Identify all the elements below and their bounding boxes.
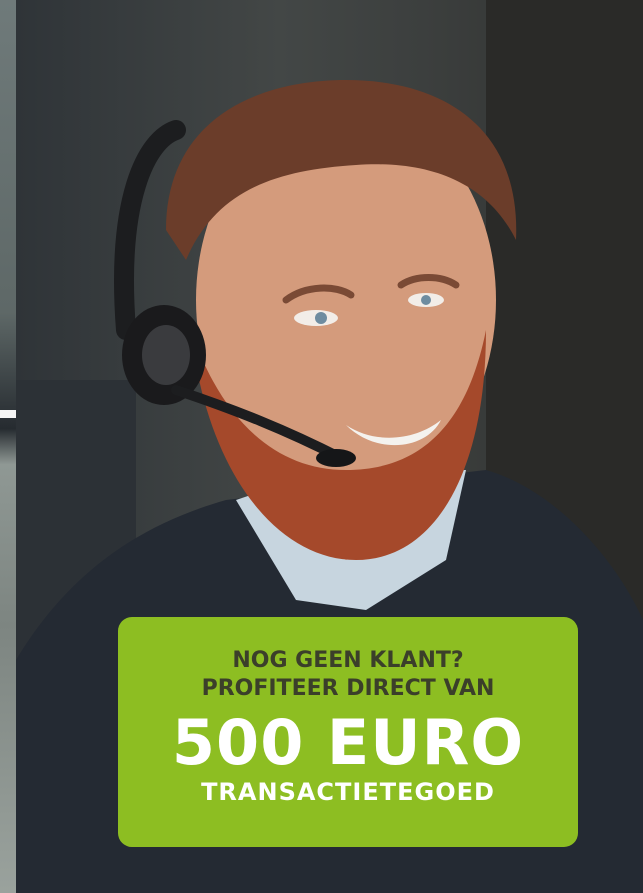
ad-panel: NOG GEEN KLANT? PROFITEER DIRECT VAN 500…	[0, 0, 643, 893]
promo-subtitle: TRANSACTIETEGOED	[201, 778, 495, 806]
promo-headline-2: PROFITEER DIRECT VAN	[201, 676, 495, 701]
promo-headline-1: NOG GEEN KLANT?	[232, 648, 464, 673]
headset-mic	[316, 449, 356, 467]
promo-amount: 500 EURO	[171, 706, 525, 779]
adjacent-photo-strip	[0, 0, 16, 893]
left-iris	[315, 312, 327, 324]
right-iris	[421, 295, 431, 305]
photo-divider	[0, 410, 16, 418]
headset-earcup-detail	[142, 325, 190, 385]
promo-banner[interactable]: NOG GEEN KLANT? PROFITEER DIRECT VAN 500…	[118, 617, 578, 847]
